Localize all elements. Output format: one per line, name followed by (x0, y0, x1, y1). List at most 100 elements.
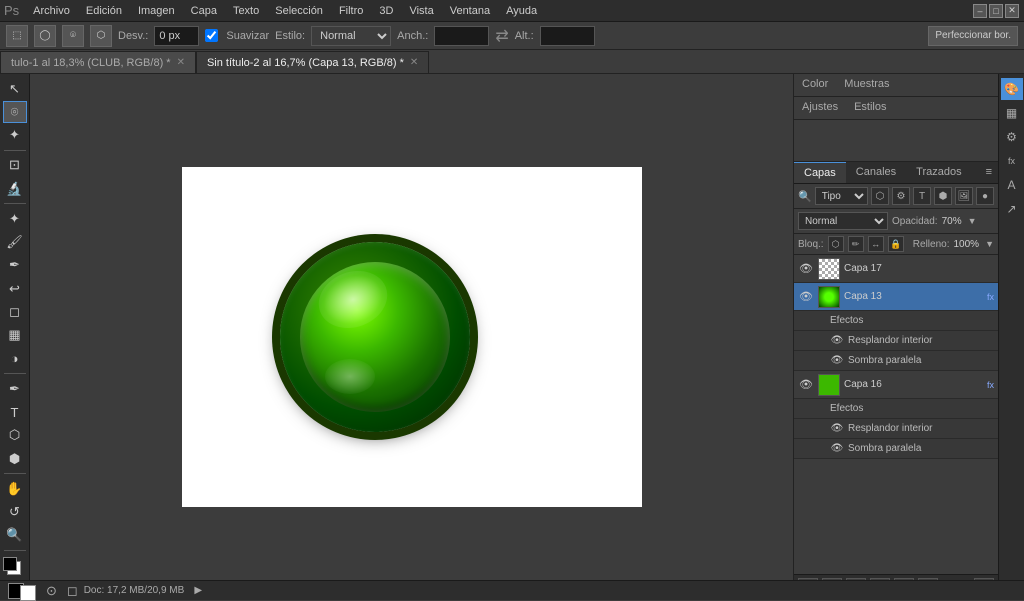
tool-pen[interactable]: ✒ (3, 378, 27, 399)
alt-label: Alt.: (515, 30, 534, 42)
tab-titulo1-close-icon[interactable]: ✕ (177, 57, 185, 68)
lock-all-icon[interactable]: 🔒 (888, 236, 904, 252)
anch-input[interactable] (434, 26, 489, 46)
menu-ventana[interactable]: Ventana (442, 3, 498, 19)
tab-muestras[interactable]: Muestras (836, 74, 897, 96)
tab-titulo1[interactable]: tulo-1 al 18,3% (CLUB, RGB/8) * ✕ (0, 51, 196, 73)
minimize-button[interactable]: – (973, 4, 987, 18)
tool-gradient[interactable]: ▦ (3, 325, 27, 346)
tool-brush[interactable]: 🖌 (3, 232, 27, 253)
tool-move[interactable]: ↖ (3, 78, 27, 99)
sombra-eye-capa13[interactable]: 👁 (830, 354, 844, 368)
layer-sub-sombra-capa13[interactable]: 👁 Sombra paralela (794, 351, 998, 371)
menu-ayuda[interactable]: Ayuda (498, 3, 545, 19)
tool-crop[interactable]: ⊡ (3, 155, 27, 176)
menu-filtro[interactable]: Filtro (331, 3, 371, 19)
blend-mode-dropdown[interactable]: Normal (798, 212, 888, 230)
sombra-eye-capa16[interactable]: 👁 (830, 442, 844, 456)
menu-3d[interactable]: 3D (371, 3, 401, 19)
layer-sub-resplandor-capa13[interactable]: 👁 Resplandor interior (794, 331, 998, 351)
fill-arrow-icon[interactable]: ▼ (985, 239, 994, 249)
tool-rotate-view[interactable]: ↺ (3, 502, 27, 523)
color-swatches[interactable] (3, 557, 27, 578)
lock-move-icon[interactable]: ↔ (868, 236, 884, 252)
orb-highlight-bottom (325, 359, 375, 394)
layer-filter-text-icon[interactable]: T (913, 187, 931, 205)
alt-input[interactable] (540, 26, 595, 46)
menu-archivo[interactable]: Archivo (25, 3, 78, 19)
perfeccionar-button[interactable]: Perfeccionar bor. (928, 26, 1018, 46)
far-icon-fx[interactable]: fx (1001, 150, 1023, 172)
tool-shape[interactable]: ⬢ (3, 448, 27, 469)
far-icon-grid[interactable]: ▦ (1001, 102, 1023, 124)
layers-tab-canales[interactable]: Canales (846, 162, 906, 183)
lock-position-icon[interactable]: ✏ (848, 236, 864, 252)
tool-dodge[interactable]: ◑ (3, 348, 27, 369)
layer-row-capa13[interactable]: 👁 Capa 13 fx (794, 283, 998, 311)
layer-filter-adjust-icon[interactable]: ⚙ (892, 187, 910, 205)
layer-filter-smart-icon[interactable]: 🖼 (955, 187, 973, 205)
bg-color-status[interactable] (20, 585, 36, 601)
tab-estilos[interactable]: Estilos (846, 97, 894, 119)
layer-eye-capa13[interactable]: 👁 (798, 289, 814, 305)
opacity-arrow-icon[interactable]: ▼ (968, 216, 977, 226)
tool-zoom[interactable]: 🔍 (3, 525, 27, 546)
close-button[interactable]: ✕ (1005, 4, 1019, 18)
far-icon-navigate[interactable]: ↗ (1001, 198, 1023, 220)
tool-hand[interactable]: ✋ (3, 478, 27, 499)
layers-panel-menu-icon[interactable]: ≡ (980, 162, 998, 183)
tool-history-brush[interactable]: ↩ (3, 278, 27, 299)
layer-row-capa17[interactable]: 👁 Capa 17 (794, 255, 998, 283)
sombra-label-capa16: Sombra paralela (848, 443, 921, 454)
layers-filter-dropdown[interactable]: Tipo (815, 187, 868, 205)
resplandor-eye-capa16[interactable]: 👁 (830, 422, 844, 436)
layer-eye-capa16[interactable]: 👁 (798, 377, 814, 393)
resplandor-eye-capa13[interactable]: 👁 (830, 334, 844, 348)
tool-eraser[interactable]: ◻ (3, 301, 27, 322)
lock-pixels-icon[interactable]: ⬡ (828, 236, 844, 252)
layer-row-capa16[interactable]: 👁 Capa 16 fx (794, 371, 998, 399)
layers-tab-trazados[interactable]: Trazados (906, 162, 971, 183)
menu-texto[interactable]: Texto (225, 3, 267, 19)
layer-eye-capa17[interactable]: 👁 (798, 261, 814, 277)
tool-path[interactable]: ⬡ (3, 425, 27, 446)
desv-input[interactable] (154, 26, 199, 46)
layer-name-capa16: Capa 16 (844, 379, 981, 390)
layer-sub-sombra-capa16[interactable]: 👁 Sombra paralela (794, 439, 998, 459)
tool-clone-stamp[interactable]: ✒ (3, 255, 27, 276)
estilo-dropdown[interactable]: Normal (311, 26, 391, 46)
efectos-label-capa13: Efectos (830, 315, 863, 326)
efectos-label-capa16: Efectos (830, 403, 863, 414)
tab-titulo2-close-icon[interactable]: ✕ (410, 57, 418, 68)
far-icon-adjust[interactable]: ⚙ (1001, 126, 1023, 148)
tab-ajustes[interactable]: Ajustes (794, 97, 846, 119)
tool-divider-4 (4, 473, 26, 474)
far-icon-color[interactable]: 🎨 (1001, 78, 1023, 100)
tool-eyedropper[interactable]: 🔬 (3, 178, 27, 199)
layer-filter-shape-icon[interactable]: ⬢ (934, 187, 952, 205)
menu-vista[interactable]: Vista (401, 3, 441, 19)
tool-magic-wand[interactable]: ✦ (3, 125, 27, 146)
layer-filter-pixel-icon[interactable]: ⬡ (871, 187, 889, 205)
layers-tab-capas[interactable]: Capas (794, 162, 846, 183)
tool-spot-heal[interactable]: ✦ (3, 208, 27, 229)
menu-imagen[interactable]: Imagen (130, 3, 183, 19)
orb-inner-sphere (300, 262, 450, 412)
tab-titulo2[interactable]: Sin título-2 al 16,7% (Capa 13, RGB/8) *… (196, 51, 429, 73)
menu-seleccion[interactable]: Selección (267, 3, 331, 19)
doc-info-arrow-icon[interactable]: ▶ (194, 585, 202, 596)
tool-text[interactable]: T (3, 401, 27, 422)
tool-divider-1 (4, 150, 26, 151)
fg-color-swatch[interactable] (3, 557, 17, 571)
maximize-button[interactable]: □ (989, 4, 1003, 18)
far-icon-text[interactable]: A (1001, 174, 1023, 196)
suavizar-checkbox[interactable] (205, 29, 218, 42)
canvas-area (30, 74, 793, 600)
layer-filter-toggle-icon[interactable]: ● (976, 187, 994, 205)
menu-edicion[interactable]: Edición (78, 3, 130, 19)
layer-sub-resplandor-capa16[interactable]: 👁 Resplandor interior (794, 419, 998, 439)
tab-color[interactable]: Color (794, 74, 836, 96)
quick-mask-status-icon: ⊙ (46, 583, 57, 599)
tool-lasso[interactable]: ⌾ (3, 101, 27, 122)
menu-capa[interactable]: Capa (183, 3, 225, 19)
